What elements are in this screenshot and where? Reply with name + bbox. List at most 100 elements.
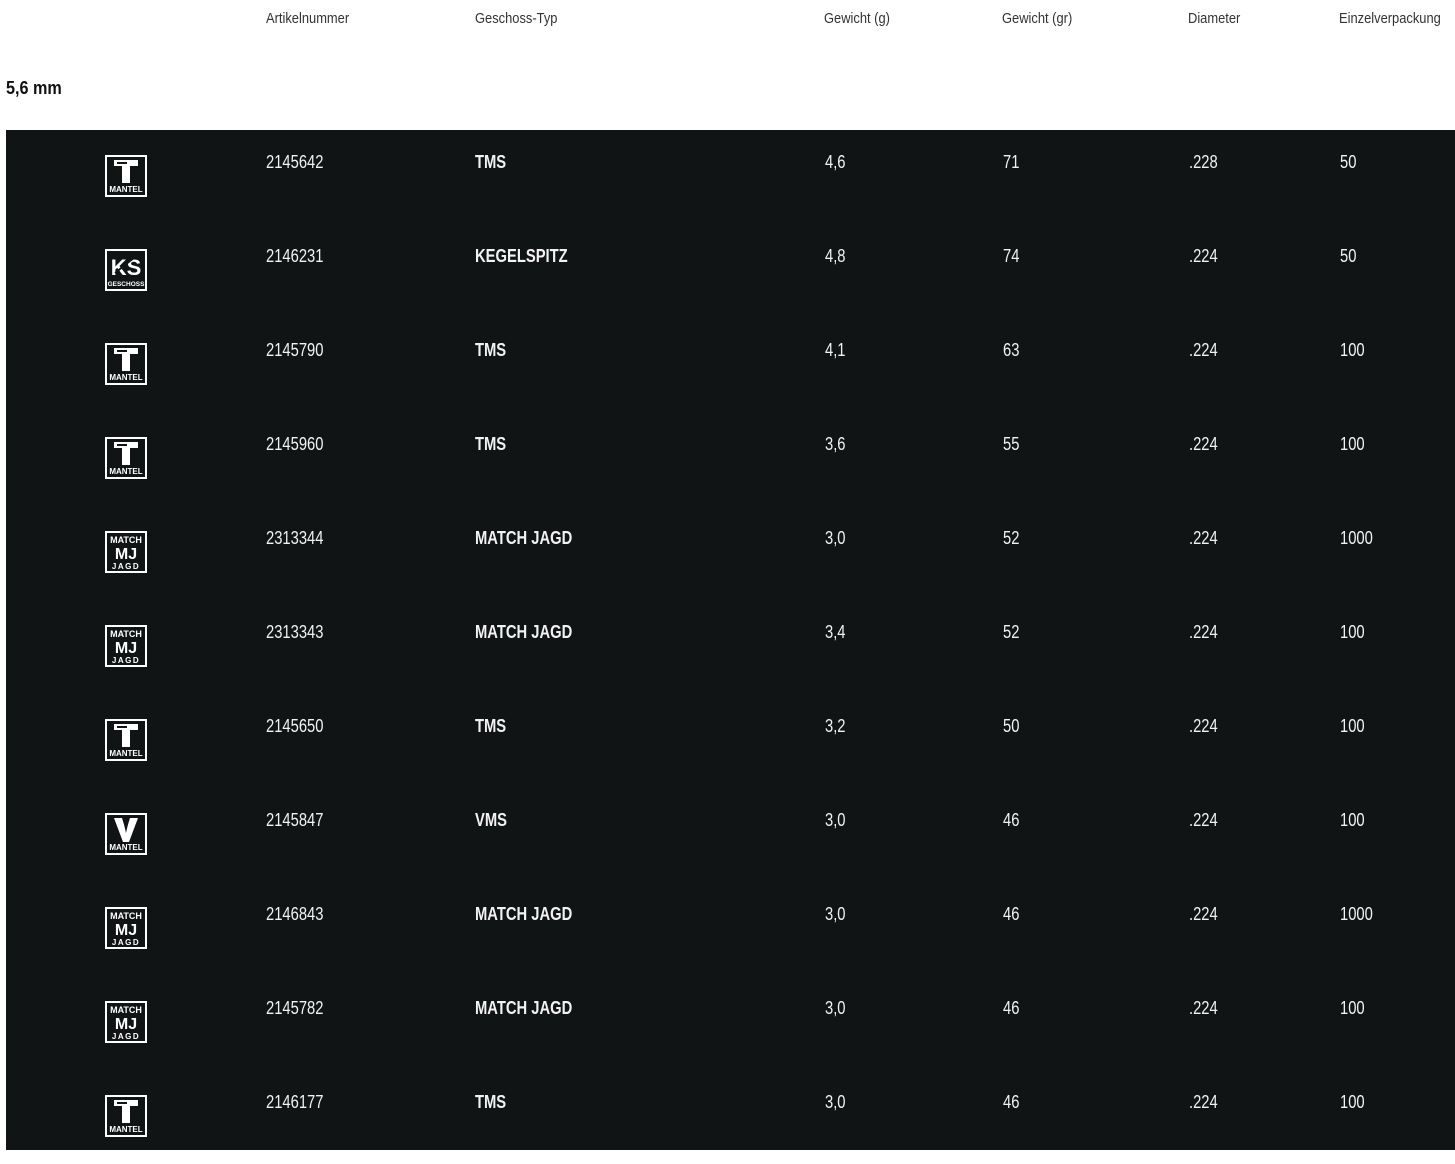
table-row[interactable]: MATCH MJ JAGD 2146843 MATCH JAGD 3,0 46 .224… xyxy=(6,882,1455,976)
svg-text:MJ: MJ xyxy=(115,546,137,563)
column-header-artikelnummer[interactable]: Artikelnummer xyxy=(266,10,349,27)
cell-artikelnummer: 2146231 xyxy=(266,246,324,266)
cell-gewicht-g: 4,8 xyxy=(825,246,846,266)
cell-artikelnummer: 2145642 xyxy=(266,152,324,172)
svg-text:MANTEL: MANTEL xyxy=(109,467,142,476)
svg-text:MATCH: MATCH xyxy=(110,911,142,921)
cell-gewicht-gr: 46 xyxy=(1003,810,1020,830)
cell-gewicht-gr: 50 xyxy=(1003,716,1020,736)
cell-diameter: .224 xyxy=(1189,246,1218,266)
cell-gewicht-gr: 46 xyxy=(1003,1092,1020,1112)
tms-mantel-icon: MANTEL xyxy=(105,719,147,761)
cell-geschoss-typ: TMS xyxy=(475,1092,507,1112)
cell-diameter: .224 xyxy=(1189,622,1218,642)
cell-einzelverpackung: 100 xyxy=(1340,716,1365,736)
svg-text:JAGD: JAGD xyxy=(112,656,140,665)
cell-einzelverpackung: 100 xyxy=(1340,434,1365,454)
cell-gewicht-gr: 74 xyxy=(1003,246,1020,266)
cell-gewicht-g: 3,2 xyxy=(825,716,846,736)
cell-gewicht-gr: 55 xyxy=(1003,434,1020,454)
column-header-einzelverpackung[interactable]: Einzelverpackung xyxy=(1339,10,1441,27)
cell-artikelnummer: 2146177 xyxy=(266,1092,324,1112)
cell-geschoss-typ: TMS xyxy=(475,716,507,736)
svg-text:GESCHOSS: GESCHOSS xyxy=(108,281,145,288)
cell-einzelverpackung: 1000 xyxy=(1340,528,1373,548)
cell-gewicht-g: 3,6 xyxy=(825,434,846,454)
cell-artikelnummer: 2145960 xyxy=(266,434,324,454)
table-row[interactable]: MANTEL 2145790 TMS 4,1 63 .224 100 xyxy=(6,318,1455,412)
column-header-geschoss-typ[interactable]: Geschoss-Typ xyxy=(475,10,557,27)
cell-geschoss-typ: VMS xyxy=(475,810,507,830)
table-row[interactable]: MANTEL 2145960 TMS 3,6 55 .224 100 xyxy=(6,412,1455,506)
svg-text:MATCH: MATCH xyxy=(110,535,142,545)
cell-einzelverpackung: 50 xyxy=(1340,152,1357,172)
cell-diameter: .228 xyxy=(1189,152,1218,172)
cell-diameter: .224 xyxy=(1189,998,1218,1018)
cell-einzelverpackung: 100 xyxy=(1340,340,1365,360)
cell-diameter: .224 xyxy=(1189,904,1218,924)
column-header-gewicht-gr[interactable]: Gewicht (gr) xyxy=(1002,10,1072,27)
table-row[interactable]: MATCH MJ JAGD 2313343 MATCH JAGD 3,4 52 .224… xyxy=(6,600,1455,694)
match-jagd-icon: MATCH MJ JAGD xyxy=(105,531,147,573)
cell-geschoss-typ: KEGELSPITZ xyxy=(475,246,568,266)
cell-diameter: .224 xyxy=(1189,434,1218,454)
table-row[interactable]: MANTEL 2145650 TMS 3,2 50 .224 100 xyxy=(6,694,1455,788)
cell-diameter: .224 xyxy=(1189,528,1218,548)
cell-gewicht-gr: 46 xyxy=(1003,998,1020,1018)
cell-gewicht-g: 3,0 xyxy=(825,528,846,548)
cell-gewicht-g: 3,0 xyxy=(825,998,846,1018)
cell-geschoss-typ: TMS xyxy=(475,340,507,360)
cell-gewicht-g: 3,0 xyxy=(825,904,846,924)
tms-mantel-icon: MANTEL xyxy=(105,343,147,385)
cell-einzelverpackung: 100 xyxy=(1340,998,1365,1018)
match-jagd-icon: MATCH MJ JAGD xyxy=(105,907,147,949)
cell-gewicht-gr: 52 xyxy=(1003,528,1020,548)
cell-gewicht-gr: 46 xyxy=(1003,904,1020,924)
vms-mantel-icon: MANTEL xyxy=(105,813,147,855)
table-row[interactable]: KS GESCHOSS 2146231 KEGELSPITZ 4,8 74 .224 50 xyxy=(6,224,1455,318)
cell-gewicht-g: 4,1 xyxy=(825,340,846,360)
cell-gewicht-g: 3,0 xyxy=(825,810,846,830)
svg-text:JAGD: JAGD xyxy=(112,938,140,947)
cell-gewicht-g: 4,6 xyxy=(825,152,846,172)
column-header-gewicht-g[interactable]: Gewicht (g) xyxy=(824,10,890,27)
svg-text:MATCH: MATCH xyxy=(110,629,142,639)
svg-text:MANTEL: MANTEL xyxy=(109,1125,142,1134)
svg-text:MJ: MJ xyxy=(115,922,137,939)
column-header-diameter[interactable]: Diameter xyxy=(1188,10,1240,27)
cell-einzelverpackung: 100 xyxy=(1340,810,1365,830)
cell-artikelnummer: 2145782 xyxy=(266,998,324,1018)
svg-text:JAGD: JAGD xyxy=(112,562,140,571)
table-row[interactable]: MATCH MJ JAGD 2145782 MATCH JAGD 3,0 46 .224… xyxy=(6,976,1455,1070)
cell-artikelnummer: 2145847 xyxy=(266,810,324,830)
svg-text:MATCH: MATCH xyxy=(110,1005,142,1015)
product-table: MANTEL 2145642 TMS 4,6 71 .228 50 KS GESCHOSS… xyxy=(6,130,1455,1150)
table-row[interactable]: MANTEL 2145642 TMS 4,6 71 .228 50 xyxy=(6,130,1455,224)
cell-artikelnummer: 2145790 xyxy=(266,340,324,360)
table-row[interactable]: MATCH MJ JAGD 2313344 MATCH JAGD 3,0 52 .224… xyxy=(6,506,1455,600)
cell-geschoss-typ: MATCH JAGD xyxy=(475,528,573,548)
cell-geschoss-typ: MATCH JAGD xyxy=(475,904,573,924)
section-title: 5,6 mm xyxy=(6,78,62,98)
cell-einzelverpackung: 100 xyxy=(1340,622,1365,642)
tms-mantel-icon: MANTEL xyxy=(105,437,147,479)
svg-text:MJ: MJ xyxy=(115,640,137,657)
cell-gewicht-g: 3,0 xyxy=(825,1092,846,1112)
cell-gewicht-gr: 71 xyxy=(1003,152,1020,172)
cell-geschoss-typ: TMS xyxy=(475,152,507,172)
cell-geschoss-typ: MATCH JAGD xyxy=(475,622,573,642)
svg-text:JAGD: JAGD xyxy=(112,1032,140,1041)
cell-diameter: .224 xyxy=(1189,810,1218,830)
table-header: Artikelnummer Geschoss-Typ Gewicht (g) G… xyxy=(0,0,1455,44)
svg-text:MANTEL: MANTEL xyxy=(109,185,142,194)
svg-text:KS: KS xyxy=(111,255,142,280)
match-jagd-icon: MATCH MJ JAGD xyxy=(105,625,147,667)
table-row[interactable]: MANTEL 2145847 VMS 3,0 46 .224 100 xyxy=(6,788,1455,882)
cell-einzelverpackung: 50 xyxy=(1340,246,1357,266)
cell-einzelverpackung: 100 xyxy=(1340,1092,1365,1112)
tms-mantel-icon: MANTEL xyxy=(105,1095,147,1137)
cell-diameter: .224 xyxy=(1189,1092,1218,1112)
cell-einzelverpackung: 1000 xyxy=(1340,904,1373,924)
svg-text:MJ: MJ xyxy=(115,1016,137,1033)
match-jagd-icon: MATCH MJ JAGD xyxy=(105,1001,147,1043)
